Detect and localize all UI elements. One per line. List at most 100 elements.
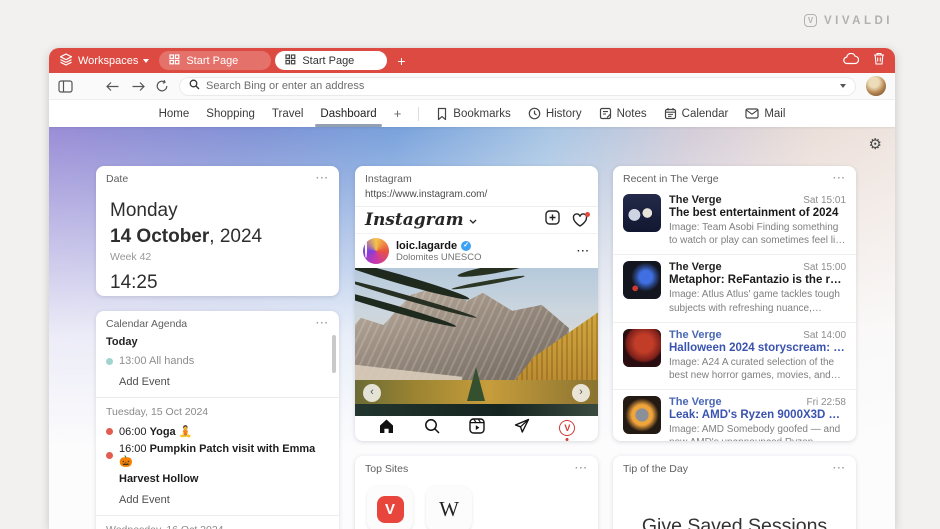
bookmark-icon: [436, 107, 448, 121]
agenda-event[interactable]: 06:00 Yoga 🧘: [106, 425, 329, 438]
event-title: All hands: [148, 355, 195, 367]
workspaces-label: Workspaces: [78, 54, 139, 67]
feed-description: Image: A24 A curated selection of the be…: [669, 356, 835, 381]
note-icon: [599, 107, 612, 120]
trash-icon[interactable]: [873, 52, 885, 70]
feed-source: The Verge: [669, 328, 722, 341]
post-location[interactable]: Dolomites UNESCO: [396, 252, 482, 263]
instagram-profile-avatar[interactable]: V: [559, 420, 576, 437]
feed-item[interactable]: The Verge Sat 15:01 The best entertainmen…: [613, 188, 856, 256]
reels-icon[interactable]: [469, 418, 485, 439]
nav-home[interactable]: Home: [159, 108, 190, 120]
share-plane-icon[interactable]: [514, 418, 530, 439]
tab-label: Start Page: [302, 54, 355, 67]
event-time: 16:00: [119, 443, 147, 455]
feed-item[interactable]: The Verge Sat 15:00 Metaphor: ReFantazio …: [613, 255, 856, 323]
nav-history[interactable]: History: [528, 107, 582, 120]
workspaces-button[interactable]: Workspaces: [59, 52, 150, 69]
widget-menu-button[interactable]: ···: [575, 464, 588, 474]
dashboard-settings-gear-icon[interactable]: ⚙: [869, 135, 882, 153]
chevron-down-icon[interactable]: [469, 211, 477, 229]
event-color-dot: [106, 428, 113, 435]
nav-dashboard[interactable]: Dashboard: [315, 108, 382, 127]
agenda-scrollbar[interactable]: [332, 335, 336, 373]
tab-label: Start Page: [186, 54, 239, 67]
agenda-divider: [96, 515, 339, 516]
search-icon: [189, 79, 200, 93]
new-tab-button[interactable]: +: [397, 54, 405, 68]
feed-item-thumbnail: [623, 396, 661, 435]
event-color-dot: [106, 452, 113, 459]
feed-item[interactable]: The Verge Sat 14:00 Halloween 2024 storys…: [613, 323, 856, 391]
address-dropdown-icon[interactable]: [840, 84, 846, 88]
agenda-day-heading: Tuesday, 15 Oct 2024: [106, 406, 209, 418]
nav-notes[interactable]: Notes: [599, 107, 647, 120]
date-widget: Date ··· Monday 14 October, 2024 Week 42…: [96, 166, 339, 296]
forward-button[interactable]: [131, 81, 146, 92]
feed-headline[interactable]: Halloween 2024 storyscream: the best spo…: [669, 342, 846, 354]
nav-bookmarks[interactable]: Bookmarks: [436, 107, 511, 121]
post-menu-button[interactable]: ···: [577, 246, 590, 257]
widget-title: Top Sites: [365, 463, 409, 475]
activity-heart-icon[interactable]: [572, 212, 590, 227]
feed-timestamp: Sat 15:00: [803, 262, 846, 274]
event-location: Harvest Hollow: [119, 473, 199, 485]
nav-mail[interactable]: Mail: [745, 108, 785, 120]
nav-tool-label: History: [545, 107, 582, 120]
nav-calendar[interactable]: Calendar: [664, 107, 729, 120]
feed-headline[interactable]: Leak: AMD's Ryzen 9000X3D chips aren't l…: [669, 409, 846, 421]
instagram-wordmark[interactable]: Instagram: [365, 210, 464, 230]
startpage-navbar: Home Shopping Travel Dashboard + Bookmar…: [49, 100, 895, 127]
add-event-button[interactable]: Add Event: [119, 376, 329, 388]
event-time: 13:00: [119, 355, 147, 367]
top-site-vivaldi[interactable]: V: [367, 486, 413, 529]
nav-tool-label: Mail: [764, 107, 786, 120]
tab-start-page-active[interactable]: Start Page: [275, 51, 388, 70]
feed-timestamp: Fri 22:58: [806, 397, 846, 409]
nav-shopping[interactable]: Shopping: [206, 108, 255, 120]
profile-avatar[interactable]: [866, 76, 886, 96]
reload-button[interactable]: [155, 79, 169, 93]
sync-cloud-icon[interactable]: [843, 52, 860, 70]
nav-tool-label: Calendar: [681, 107, 729, 120]
back-button[interactable]: [105, 81, 120, 92]
widget-menu-button[interactable]: ···: [833, 174, 846, 184]
feed-item[interactable]: The Verge Fri 22:58 Leak: AMD's Ryzen 900…: [613, 390, 856, 441]
widget-menu-button[interactable]: ···: [316, 319, 329, 329]
navbar-divider: [418, 106, 420, 121]
calendar-agenda-widget: Calendar Agenda ··· Today 13:00 All hand…: [96, 311, 339, 529]
date-week-number: Week 42: [110, 251, 152, 264]
post-author-avatar[interactable]: [363, 238, 389, 264]
instagram-post-header: loic.lagarde ✓ Dolomites UNESCO ···: [355, 234, 598, 268]
feed-headline[interactable]: Metaphor: ReFantazio is the rare fantasy…: [669, 274, 846, 286]
search-icon[interactable]: [424, 418, 440, 439]
nav-travel[interactable]: Travel: [272, 108, 304, 120]
post-author-username[interactable]: loic.lagarde: [396, 240, 457, 252]
carousel-prev-button[interactable]: ‹: [363, 383, 381, 402]
nav-tool-label: Notes: [616, 107, 647, 120]
add-page-button[interactable]: +: [394, 106, 402, 121]
tab-start-page-inactive[interactable]: Start Page: [159, 51, 272, 70]
date-widget-body: Monday 14 October, 2024 Week 42 14:25: [96, 188, 339, 294]
widget-menu-button[interactable]: ···: [833, 464, 846, 474]
instagram-post-photo: ‹ ›: [355, 268, 598, 416]
address-bar[interactable]: Search Bing or enter an address: [179, 76, 856, 96]
agenda-day-heading: Today: [106, 336, 138, 348]
panel-toggle-icon[interactable]: [58, 79, 73, 93]
create-post-icon[interactable]: [545, 210, 560, 230]
add-event-button[interactable]: Add Event: [119, 494, 329, 506]
top-site-wikipedia[interactable]: W: [426, 486, 472, 529]
tip-of-day-widget: Tip of the Day ··· Give Saved Sessions u…: [613, 456, 856, 529]
top-sites-widget: Top Sites ··· V W: [355, 456, 598, 529]
widget-title: Date: [106, 173, 129, 185]
instagram-header-bar: Instagram: [355, 207, 598, 234]
agenda-event[interactable]: 13:00 All hands: [106, 355, 329, 367]
widget-menu-button[interactable]: ···: [316, 174, 329, 184]
feed-headline[interactable]: The best entertainment of 2024: [669, 207, 846, 219]
browser-window: Workspaces Start Page Start Page + Searc…: [49, 48, 895, 529]
feed-timestamp: Sat 15:01: [803, 195, 846, 206]
carousel-next-button[interactable]: ›: [572, 383, 590, 402]
instagram-widget-url[interactable]: https://www.instagram.com/: [355, 188, 598, 207]
agenda-event[interactable]: 16:00 Pumpkin Patch visit with Emma 🎃: [106, 443, 329, 468]
home-icon[interactable]: [378, 418, 395, 439]
